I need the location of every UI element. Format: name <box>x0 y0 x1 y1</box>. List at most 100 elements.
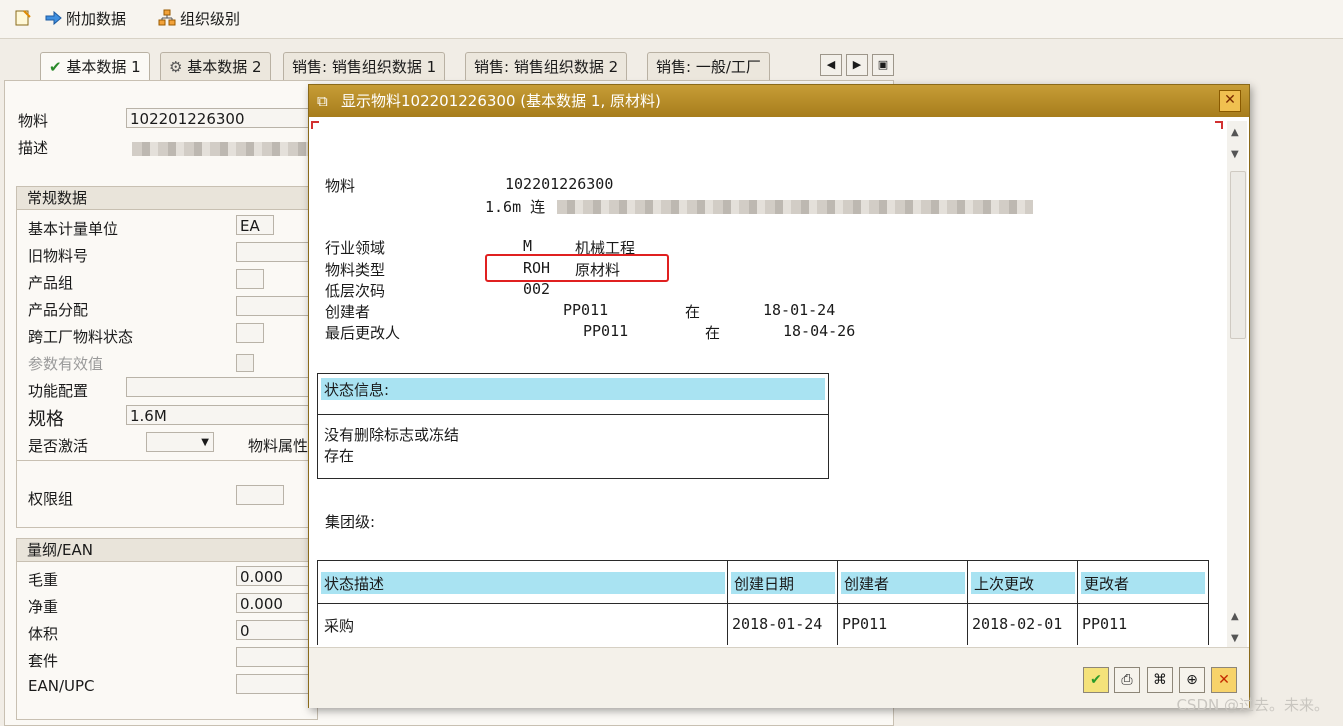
additional-data-label: 附加数据 <box>66 9 127 28</box>
org-levels-button[interactable]: 组织级别 <box>158 8 240 28</box>
table-header-cell: 创建日期 <box>731 572 835 594</box>
func-config-label: 功能配置 <box>28 382 89 400</box>
material-display-dialog: ⧉ 显示物料102201226300 (基本数据 1, 原材料) ✕ 物料 10… <box>308 84 1250 708</box>
dlg-changer-label: 最后更改人 <box>325 324 401 342</box>
tab-scroll-right-button[interactable]: ▶ <box>846 54 868 76</box>
old-material-field[interactable] <box>236 242 316 262</box>
tab-sales-org-2[interactable]: 销售: 销售组织数据 2 <box>465 52 628 81</box>
additional-data-button[interactable]: 附加数据 <box>44 8 126 28</box>
check-icon: ✔ <box>1090 672 1102 688</box>
dlg-at-word: 在 <box>685 303 701 321</box>
description-label: 描述 <box>18 139 49 157</box>
product-alloc-field[interactable] <box>236 296 316 316</box>
chevron-right-icon: ▶ <box>852 58 862 71</box>
net-weight-label: 净重 <box>28 598 59 616</box>
dlg-material-label: 物料 <box>325 177 356 195</box>
kit-label: 套件 <box>28 652 59 670</box>
status-info-header-bg: 状态信息: <box>321 378 825 400</box>
xplant-status-field[interactable] <box>236 323 264 343</box>
gear-icon: ⚙ <box>169 58 183 76</box>
dlg-creator-value: PP011 <box>563 301 609 319</box>
th-status-desc: 状态描述 <box>324 575 385 593</box>
scroll-down-icon-lower[interactable]: ▼ <box>1231 633 1239 644</box>
document-icon <box>14 9 32 27</box>
dialog-title: 显示物料102201226300 (基本数据 1, 原材料) <box>341 92 661 110</box>
auth-group-label: 权限组 <box>28 490 74 508</box>
binoculars-plus-icon: ⊕ <box>1186 672 1198 688</box>
base-uom-label: 基本计量单位 <box>28 220 119 238</box>
find-next-button[interactable]: ⊕ <box>1179 667 1205 693</box>
gross-weight-label: 毛重 <box>28 571 59 589</box>
material-attr-label: 物料属性 <box>248 437 309 455</box>
general-data-title: 常规数据 <box>17 187 317 210</box>
status-info-header: 状态信息: <box>324 381 390 399</box>
old-material-label: 旧物料号 <box>28 247 89 265</box>
org-levels-label: 组织级别 <box>180 9 241 28</box>
find-button[interactable]: ⌘ <box>1147 667 1173 693</box>
base-uom-field[interactable]: EA <box>236 215 274 235</box>
check-icon: ✔ <box>49 58 62 76</box>
net-weight-field[interactable]: 0.000 <box>236 593 316 613</box>
product-group-label: 产品组 <box>28 274 74 292</box>
print-button[interactable]: ⎙ <box>1114 667 1140 693</box>
tab-scroll-left-button[interactable]: ◀ <box>820 54 842 76</box>
status-info-box: 状态信息: 没有删除标志或冻结 存在 <box>317 373 829 479</box>
product-group-field[interactable] <box>236 269 264 289</box>
scrollbar-thumb[interactable] <box>1230 171 1246 339</box>
description-redacted <box>132 142 308 156</box>
th-created-date: 创建日期 <box>734 575 795 593</box>
dlg-industry-code: M <box>523 237 533 255</box>
status-line-1: 没有删除标志或冻结 <box>324 426 460 444</box>
ean-field[interactable] <box>236 674 316 694</box>
ean-label: EAN/UPC <box>28 677 95 695</box>
table-row[interactable]: 采购 2018-01-24 PP011 2018-02-01 PP011 <box>318 603 1208 643</box>
tab-basic-data-1[interactable]: ✔ 基本数据 1 <box>40 52 150 81</box>
dialog-titlebar[interactable]: ⧉ 显示物料102201226300 (基本数据 1, 原材料) <box>309 85 1249 117</box>
active-dropdown[interactable]: ▼ <box>146 432 214 452</box>
scroll-up-icon[interactable]: ▲ <box>1231 127 1239 138</box>
tab-sales-org-1[interactable]: 销售: 销售组织数据 1 <box>283 52 446 81</box>
product-alloc-label: 产品分配 <box>28 301 89 319</box>
gross-weight-field[interactable]: 0.000 <box>236 566 316 586</box>
td-creator: PP011 <box>842 615 888 633</box>
tab-list-button[interactable]: ▣ <box>872 54 894 76</box>
spec-label: 规格 <box>28 409 64 430</box>
tab-basic-data-2[interactable]: ⚙ 基本数据 2 <box>160 52 271 81</box>
cancel-button[interactable]: ✕ <box>1211 667 1237 693</box>
spec-field[interactable]: 1.6M <box>126 405 316 425</box>
param-valid-checkbox[interactable] <box>236 354 254 372</box>
table-header-row: 状态描述 创建日期 创建者 上次更改 更改者 <box>318 561 1208 645</box>
volume-label: 体积 <box>28 625 59 643</box>
kit-field[interactable] <box>236 647 316 667</box>
scroll-down-icon[interactable]: ▼ <box>1231 149 1239 160</box>
dlg-desc-redacted <box>557 200 1033 214</box>
dlg-changed-date: 18-04-26 <box>783 322 856 340</box>
status-line-2: 存在 <box>324 447 355 465</box>
table-header-cell: 更改者 <box>1081 572 1205 594</box>
dlg-llc-label: 低层次码 <box>325 282 386 300</box>
printer-icon: ⎙ <box>1121 672 1133 688</box>
func-config-field[interactable] <box>126 377 316 397</box>
application-toolbar: 附加数据 组织级别 <box>0 0 1343 39</box>
th-changer: 更改者 <box>1084 575 1130 593</box>
material-field[interactable]: 102201226300 <box>126 108 326 128</box>
dlg-at-word-2: 在 <box>705 324 721 342</box>
new-doc-button[interactable] <box>14 8 32 28</box>
annotation-highlight-box <box>485 254 669 282</box>
td-last-change: 2018-02-01 <box>972 615 1063 633</box>
hierarchy-icon <box>158 9 176 27</box>
volume-field[interactable]: 0 <box>236 620 316 640</box>
tab-sales-general-plant[interactable]: 销售: 一般/工厂 <box>647 52 770 81</box>
client-level-label: 集团级: <box>325 513 376 531</box>
status-table: 状态描述 创建日期 创建者 上次更改 更改者 采购 2018-01-24 PP0… <box>317 560 1209 645</box>
dialog-close-button[interactable]: ✕ <box>1219 90 1241 112</box>
tab-strip: ✔ 基本数据 1 ⚙ 基本数据 2 销售: 销售组织数据 1 销售: 销售组织数… <box>0 52 900 82</box>
active-label: 是否激活 <box>28 437 89 455</box>
td-changer: PP011 <box>1082 615 1128 633</box>
scroll-up-icon-lower[interactable]: ▲ <box>1231 611 1239 622</box>
dimensions-ean-title: 量纲/EAN <box>17 539 317 562</box>
confirm-button[interactable]: ✔ <box>1083 667 1109 693</box>
dlg-type-label: 物料类型 <box>325 261 386 279</box>
arrow-right-icon <box>44 9 62 27</box>
auth-group-field[interactable] <box>236 485 284 505</box>
